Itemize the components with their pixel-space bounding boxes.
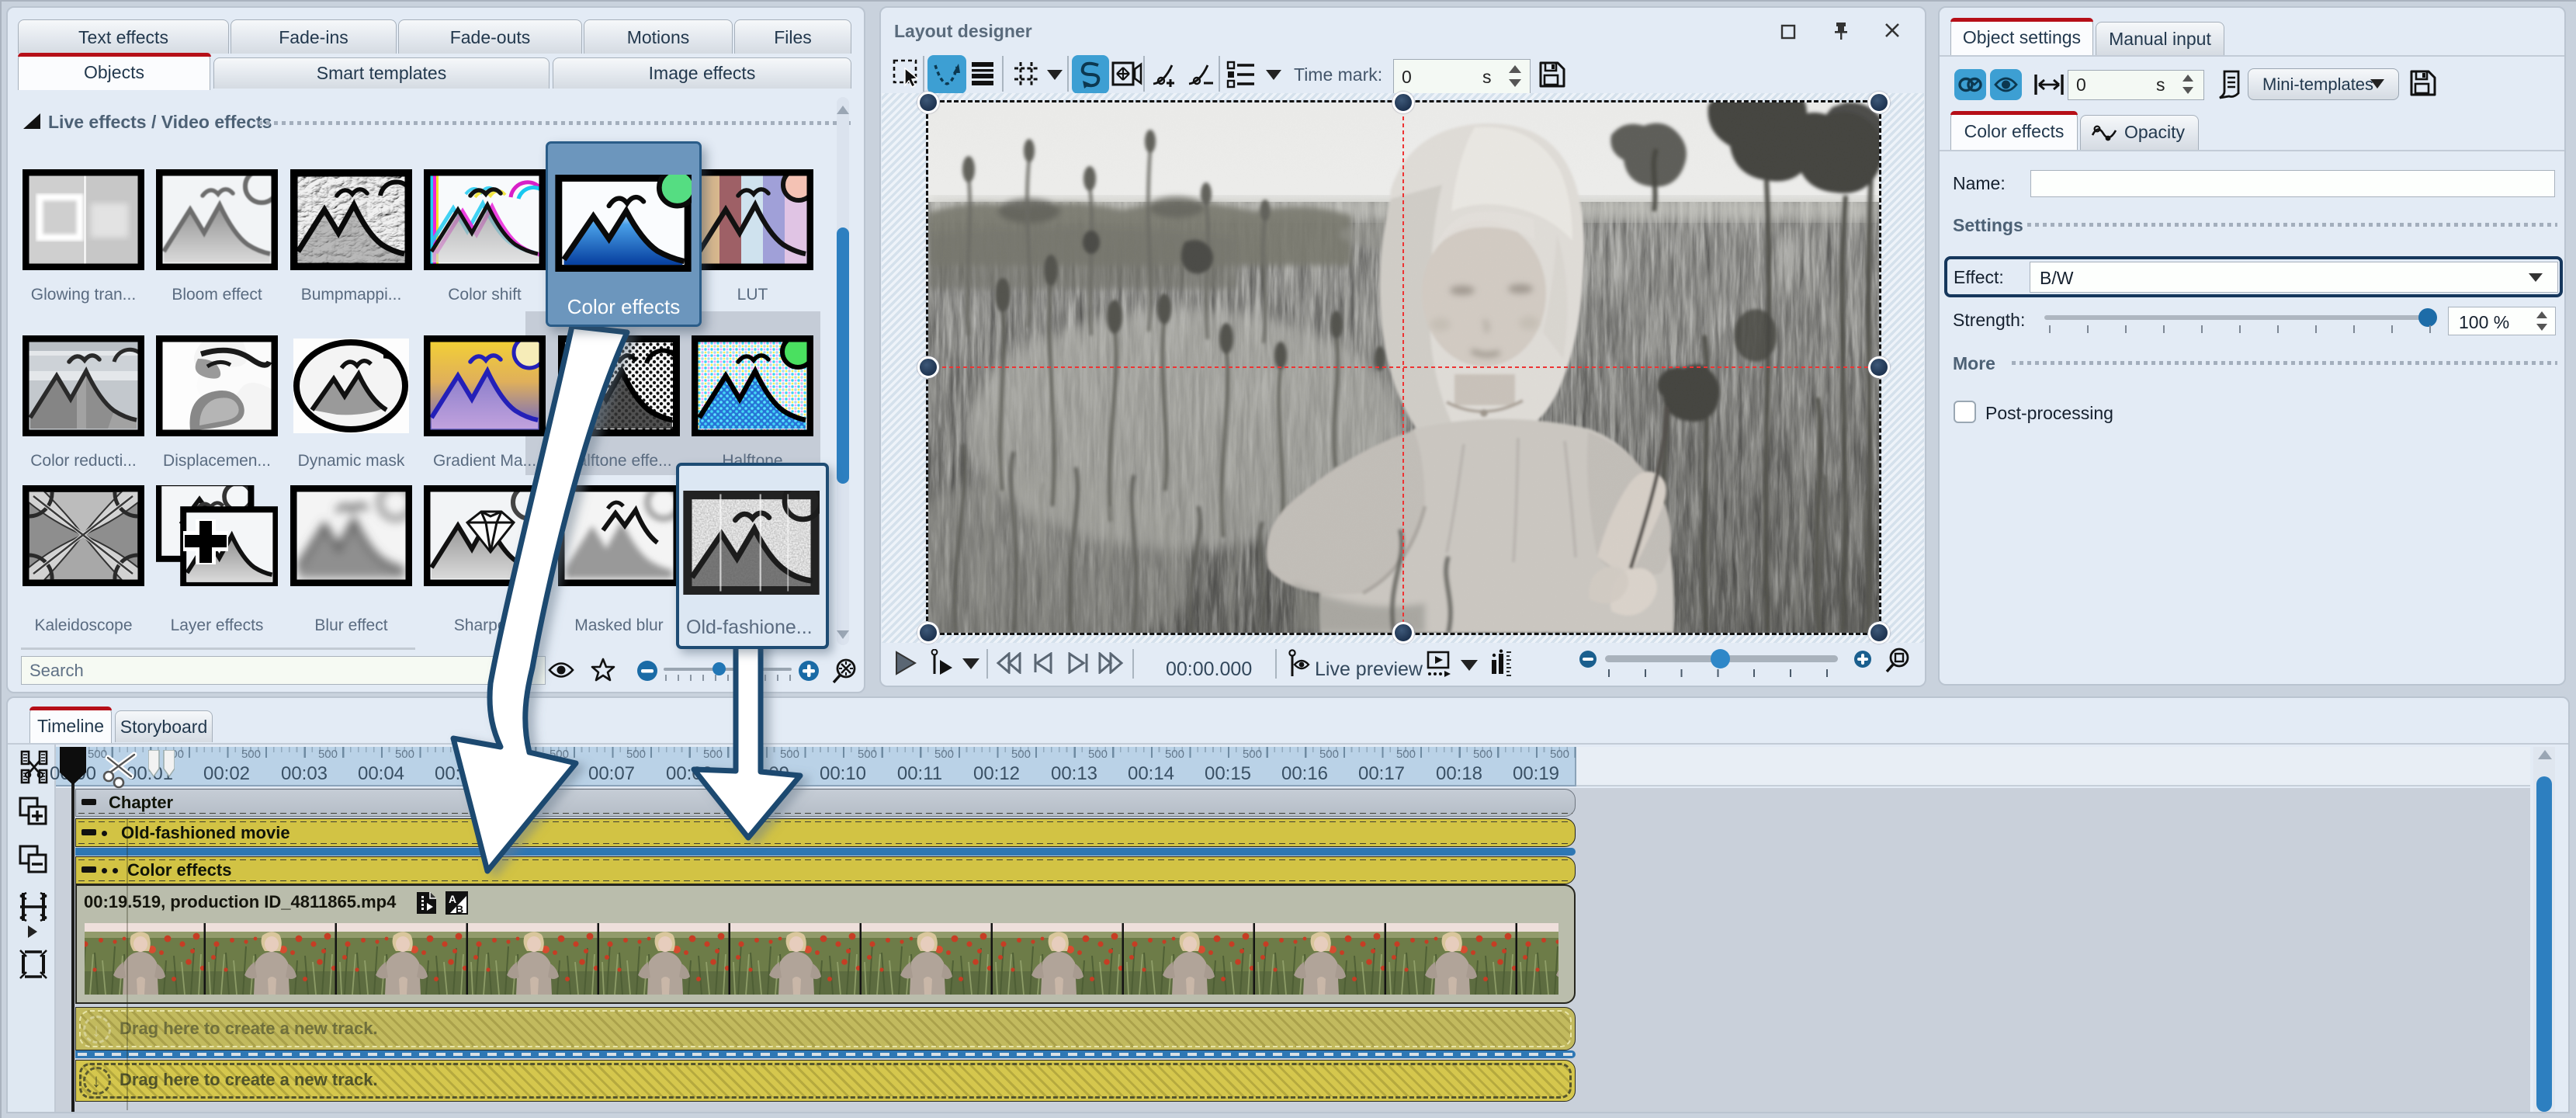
svg-text:B: B bbox=[456, 903, 463, 915]
